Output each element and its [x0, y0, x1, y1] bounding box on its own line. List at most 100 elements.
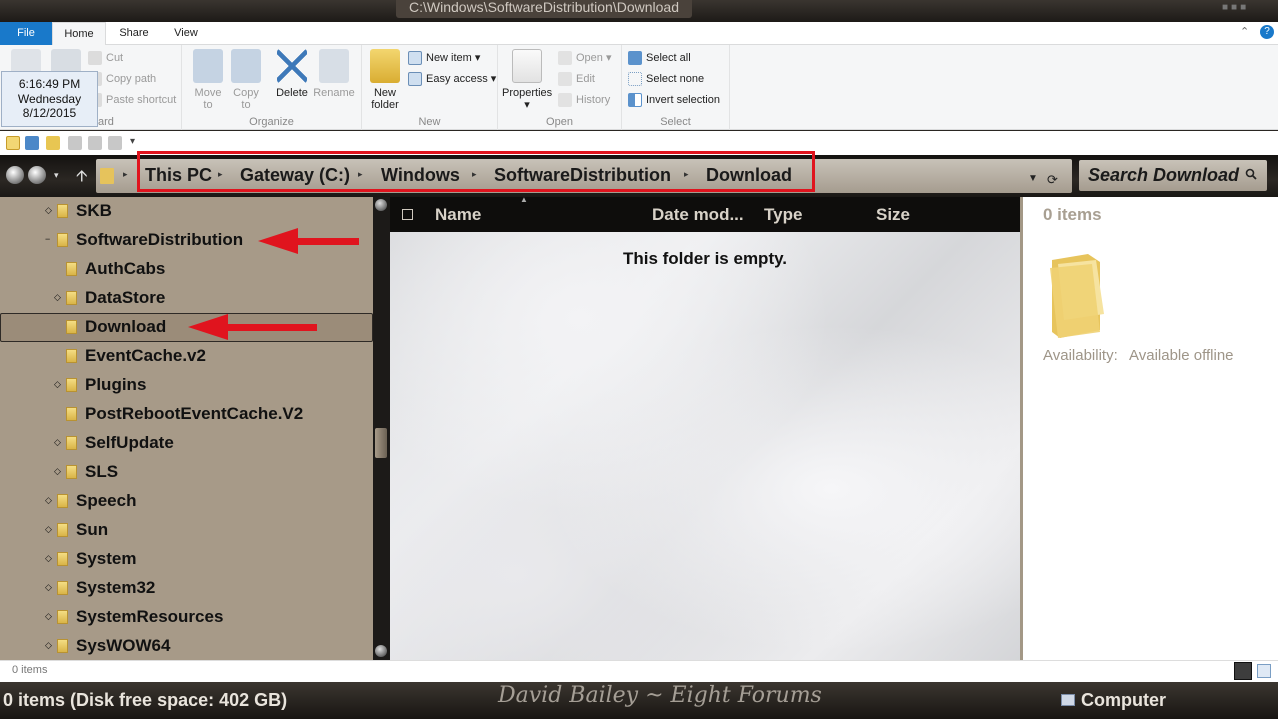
- select-all-icon: [628, 51, 642, 66]
- column-name[interactable]: Name: [435, 205, 481, 225]
- move-to-button[interactable]: Move to: [190, 49, 226, 111]
- scrollbar-thumb[interactable]: [375, 428, 387, 458]
- breadcrumb-gateway-c[interactable]: Gateway (C:): [240, 165, 350, 186]
- tab-home[interactable]: Home: [52, 22, 106, 45]
- select-all-checkbox[interactable]: [402, 209, 413, 220]
- tree-item-eventcache-v2[interactable]: EventCache.v2: [0, 342, 373, 371]
- tree-item-sls[interactable]: ◇ SLS: [0, 458, 373, 487]
- rename-button[interactable]: Rename: [312, 49, 356, 99]
- tab-file[interactable]: File: [0, 22, 52, 45]
- tree-item-postrebooteventcache[interactable]: PostRebootEventCache.V2: [0, 400, 373, 429]
- undo-icon[interactable]: [25, 136, 39, 150]
- tree-item-system32[interactable]: ◇ System32: [0, 574, 373, 603]
- up-arrow-icon[interactable]: 🡩: [76, 165, 88, 192]
- group-organize: Move to Copy to Delete Rename Organize: [182, 45, 362, 130]
- easy-access-button[interactable]: Easy access ▾: [408, 70, 496, 88]
- delete-x-icon: [277, 49, 307, 83]
- tree-item-skb[interactable]: ◇ SKB: [0, 197, 373, 226]
- window-controls[interactable]: ■■■: [1222, 2, 1278, 16]
- back-icon[interactable]: [6, 166, 24, 184]
- expand-icon[interactable]: ◇: [45, 582, 52, 593]
- breadcrumb-softwaredistribution[interactable]: SoftwareDistribution: [494, 165, 671, 186]
- help-icon[interactable]: ?: [1260, 25, 1274, 39]
- collapse-icon[interactable]: −: [45, 234, 50, 244]
- breadcrumb-separator[interactable]: ▸: [218, 169, 223, 180]
- delete-button[interactable]: Delete: [272, 49, 312, 99]
- properties-button[interactable]: Properties ▾: [502, 49, 552, 111]
- history-icon: [558, 93, 572, 108]
- tree-item-datastore[interactable]: ◇ DataStore: [0, 284, 373, 313]
- breadcrumb-download[interactable]: Download: [706, 165, 792, 186]
- copy-path-button[interactable]: Copy path: [88, 70, 156, 88]
- tree-item-plugins[interactable]: ◇ Plugins: [0, 371, 373, 400]
- tree-item-selfupdate[interactable]: ◇ SelfUpdate: [0, 429, 373, 458]
- paste-shortcut-button[interactable]: Paste shortcut: [88, 91, 176, 109]
- expand-icon[interactable]: ◇: [54, 437, 61, 448]
- tree-item-systemresources[interactable]: ◇ SystemResources: [0, 603, 373, 632]
- expand-icon[interactable]: ◇: [54, 466, 61, 477]
- tree-item-authcabs[interactable]: AuthCabs: [0, 255, 373, 284]
- new-item-button[interactable]: New item ▾: [408, 49, 480, 67]
- expand-icon[interactable]: ◇: [45, 553, 52, 564]
- invert-selection-button[interactable]: Invert selection: [628, 91, 720, 109]
- breadcrumb-windows[interactable]: Windows: [381, 165, 460, 186]
- tree-item-speech[interactable]: ◇ Speech: [0, 487, 373, 516]
- column-date-modified[interactable]: Date mod...: [652, 205, 744, 225]
- new-folder-button[interactable]: New folder: [368, 49, 402, 111]
- address-dropdown-icon[interactable]: ▼: [1028, 173, 1038, 184]
- column-size[interactable]: Size: [876, 205, 910, 225]
- recent-locations-icon[interactable]: ▾: [54, 170, 59, 181]
- expand-icon[interactable]: ◇: [45, 524, 52, 535]
- refresh-icon[interactable]: ⟳: [1047, 172, 1058, 188]
- easy-access-icon: [408, 72, 422, 87]
- scroll-up-icon[interactable]: [375, 199, 387, 211]
- folder-icon: [100, 168, 114, 184]
- rename-qat-icon[interactable]: [88, 136, 102, 150]
- delete-qat-icon[interactable]: [68, 136, 82, 150]
- column-type[interactable]: Type: [764, 205, 802, 225]
- expand-icon[interactable]: ◇: [54, 292, 61, 303]
- folder-icon: [57, 639, 68, 653]
- redo-icon[interactable]: [108, 136, 122, 150]
- search-placeholder: Search Download: [1088, 165, 1240, 185]
- cut-button[interactable]: Cut: [88, 49, 123, 67]
- history-button[interactable]: History: [558, 91, 610, 109]
- group-select: Select all Select none Invert selection …: [622, 45, 730, 130]
- search-icon[interactable]: [1245, 168, 1257, 180]
- tab-share[interactable]: Share: [112, 22, 156, 45]
- breadcrumb-separator[interactable]: ▸: [472, 169, 477, 180]
- tree-item-syswow64[interactable]: ◇ SysWOW64: [0, 632, 373, 660]
- expand-icon[interactable]: ◇: [45, 205, 52, 216]
- select-all-button[interactable]: Select all: [628, 49, 691, 67]
- large-icons-view-icon[interactable]: [1257, 664, 1271, 678]
- tree-item-sun[interactable]: ◇ Sun: [0, 516, 373, 545]
- folder-icon: [57, 494, 68, 508]
- properties-qat-icon[interactable]: [6, 136, 20, 150]
- expand-icon[interactable]: ◇: [45, 611, 52, 622]
- expand-icon[interactable]: ◇: [54, 379, 61, 390]
- breadcrumb-separator[interactable]: ▸: [684, 169, 689, 180]
- expand-icon[interactable]: ◇: [45, 495, 52, 506]
- breadcrumb-separator[interactable]: ▸: [123, 169, 128, 180]
- edit-button[interactable]: Edit: [558, 70, 595, 88]
- new-folder-qat-icon[interactable]: [46, 136, 60, 150]
- forward-icon[interactable]: [28, 166, 46, 184]
- minimize-ribbon-icon[interactable]: ⌃: [1240, 25, 1249, 38]
- open-button[interactable]: Open ▾: [558, 49, 612, 67]
- copy-to-button[interactable]: Copy to: [228, 49, 264, 111]
- select-none-button[interactable]: Select none: [628, 70, 704, 88]
- file-list[interactable]: [390, 232, 1020, 660]
- copy-to-icon: [231, 49, 261, 83]
- breadcrumb-separator[interactable]: ▸: [358, 169, 363, 180]
- scroll-down-icon[interactable]: [375, 645, 387, 657]
- group-open: Properties ▾ Open ▾ Edit History Open: [498, 45, 622, 130]
- move-to-icon: [193, 49, 223, 83]
- details-view-icon[interactable]: [1234, 662, 1252, 680]
- customize-qat-icon[interactable]: ▾: [130, 136, 144, 150]
- expand-icon[interactable]: ◇: [45, 640, 52, 651]
- group-label-clipboard: ard: [98, 116, 114, 128]
- tree-item-system[interactable]: ◇ System: [0, 545, 373, 574]
- tab-view[interactable]: View: [164, 22, 208, 45]
- tree-item-download-selected[interactable]: Download: [0, 313, 373, 342]
- breadcrumb-this-pc[interactable]: This PC: [145, 165, 212, 186]
